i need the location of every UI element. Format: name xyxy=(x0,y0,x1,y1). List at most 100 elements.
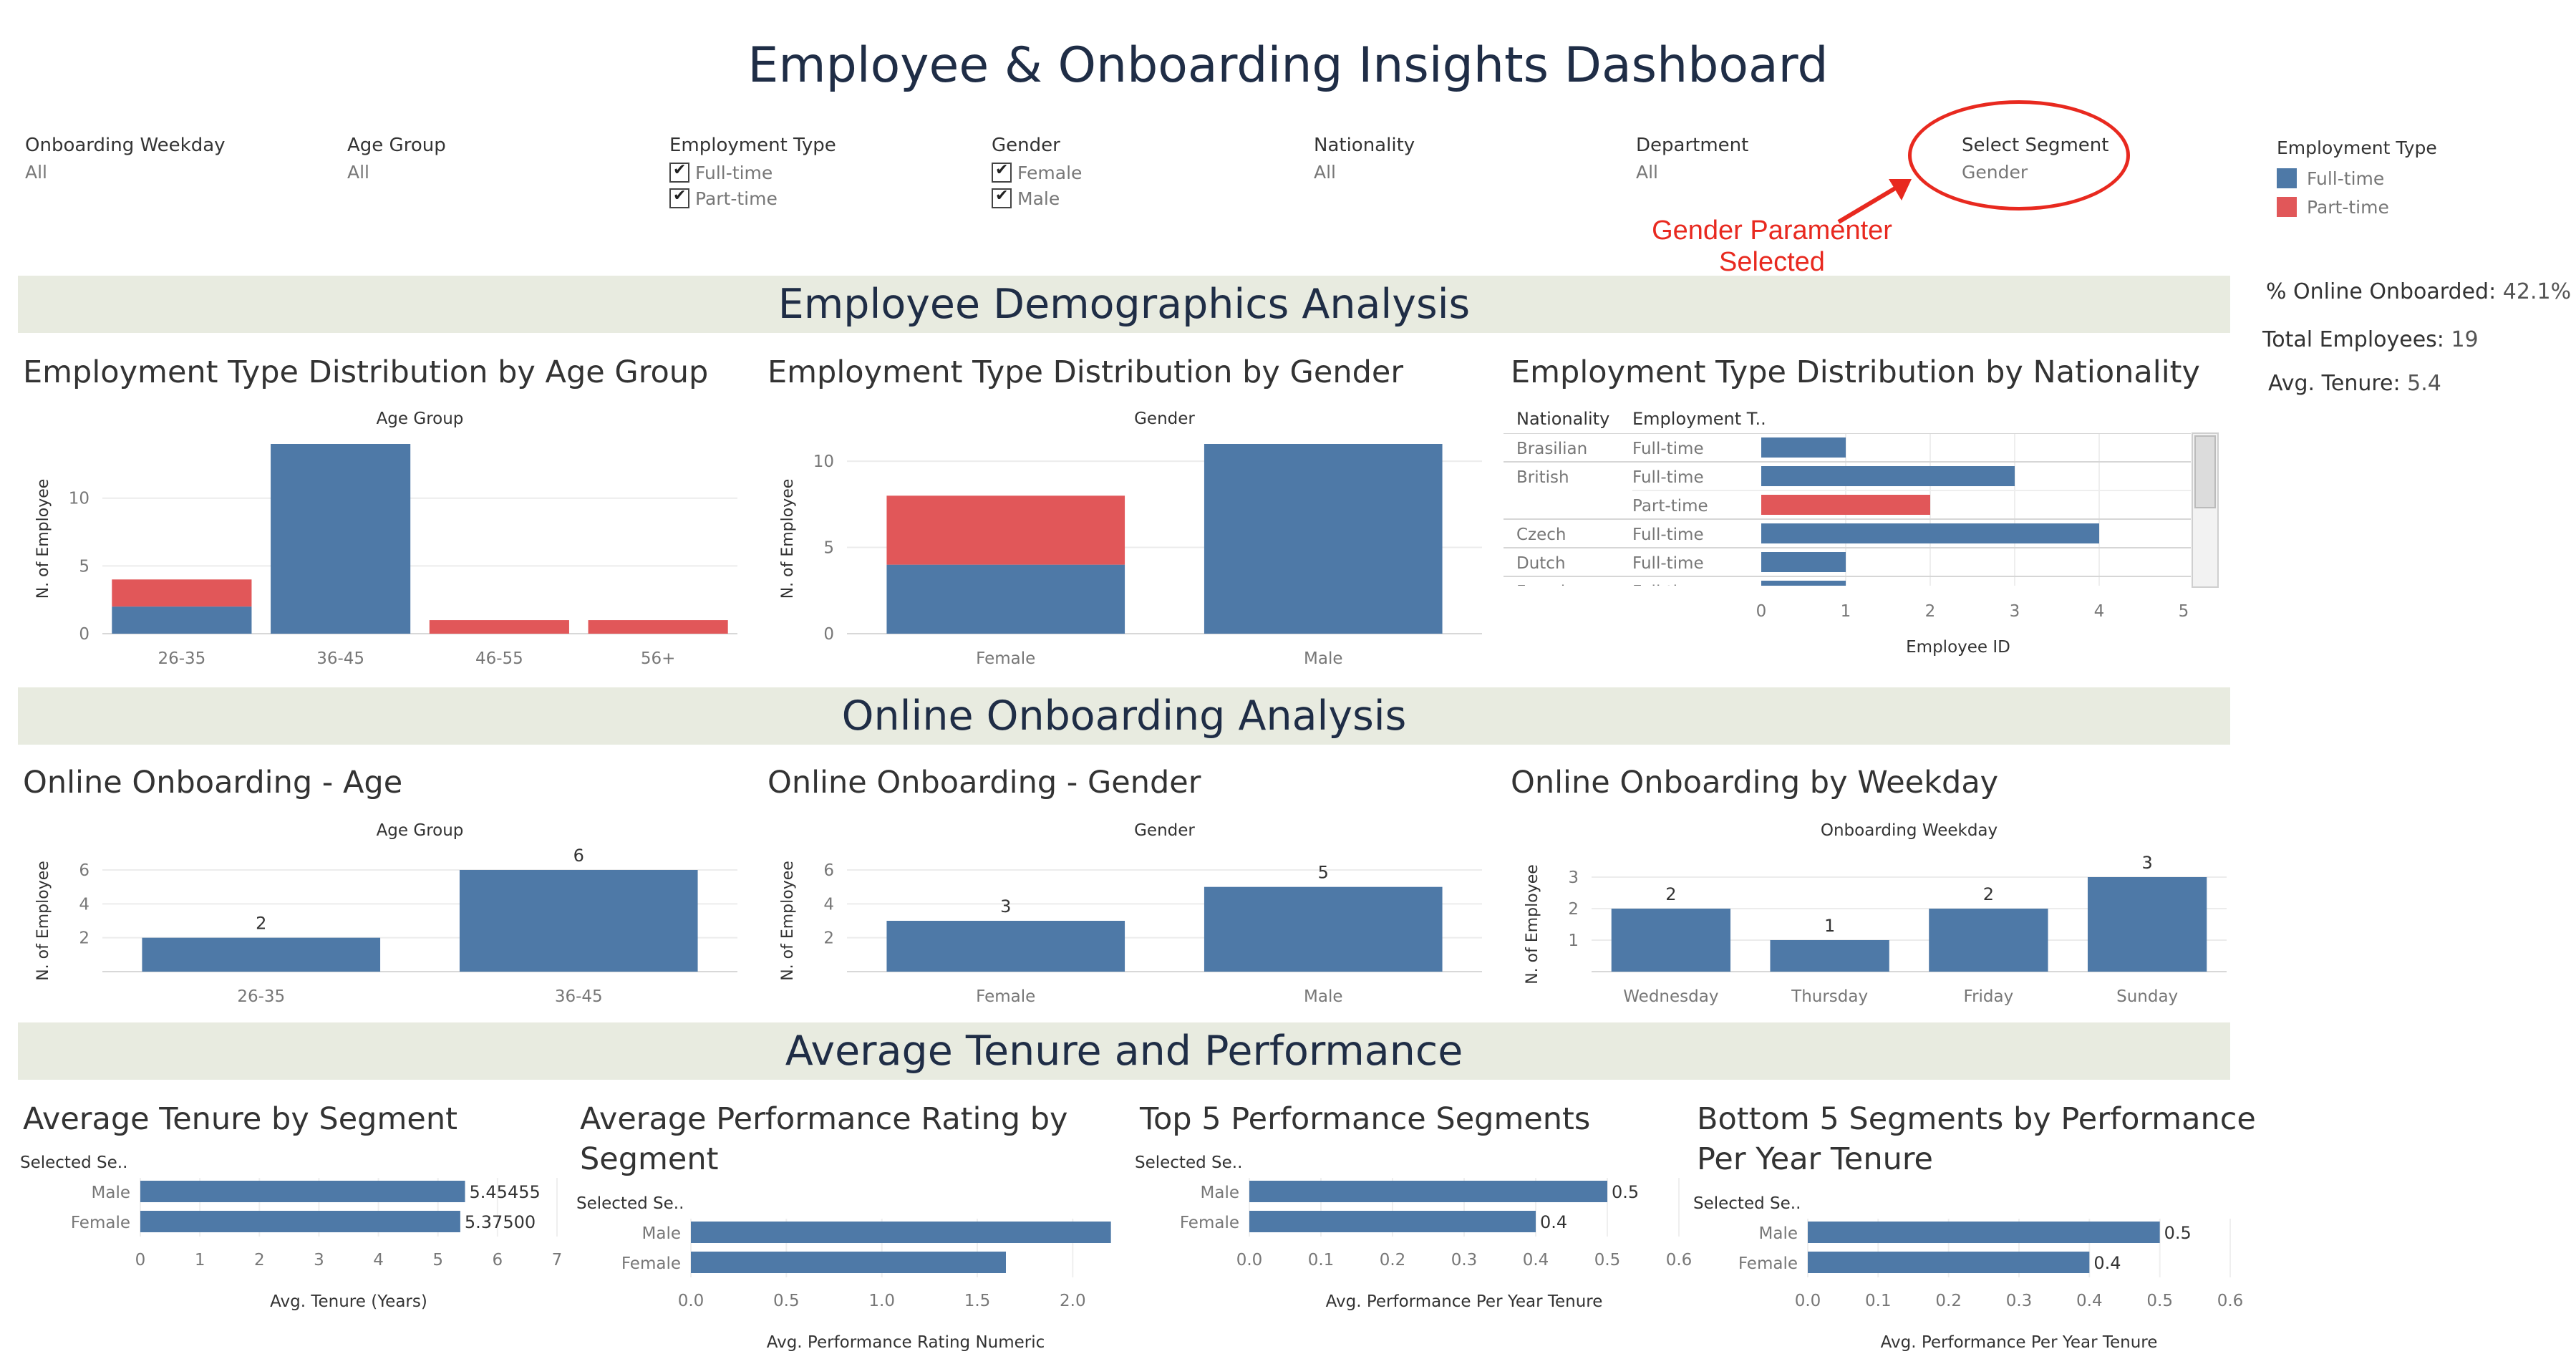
filter-onboarding-weekday[interactable]: Onboarding Weekday All xyxy=(25,135,326,183)
chart-title-nationality: Employment Type Distribution by National… xyxy=(1511,354,2200,390)
annotation-line-2: Selected xyxy=(1719,247,1825,277)
category-label: Male xyxy=(642,1224,681,1243)
chart-header: Onboarding Weekday xyxy=(1821,821,1998,840)
x-axis-label: Avg. Performance Per Year Tenure xyxy=(1881,1333,2158,1352)
x-tick-label: 6 xyxy=(493,1251,503,1269)
y-tick-label: 1 xyxy=(1568,932,1579,950)
checkbox-checked-icon[interactable] xyxy=(669,161,689,183)
x-tick-label: 0.0 xyxy=(1236,1251,1263,1269)
x-axis-label: Employee ID xyxy=(1906,638,2010,657)
category-label: Male xyxy=(1759,1224,1798,1243)
legend-item-part-time[interactable]: Part-time xyxy=(2277,193,2506,221)
x-tick-label: 0.0 xyxy=(1795,1292,1821,1310)
chart-online-gender: Gender N. of Employee 2 4 6 3 Female 5 Male xyxy=(779,821,1482,1006)
chart-tenure-by-segment: Selected Se.. 0 1 2 3 4 5 6 7 Male 5.45455 Female 5.… xyxy=(20,1154,562,1311)
data-label: 0.4 xyxy=(2093,1253,2121,1273)
y-axis-label: N. of Employee xyxy=(1524,864,1541,985)
filter-label: Onboarding Weekday xyxy=(25,135,226,156)
filter-value[interactable]: All xyxy=(25,162,326,183)
chart-header: Gender xyxy=(1134,410,1195,428)
y-tick-label: 2 xyxy=(79,929,89,948)
x-tick-label: 0 xyxy=(135,1251,146,1269)
section-header-online: Online Onboarding Analysis xyxy=(18,687,2230,745)
kpi-value: 19 xyxy=(2451,327,2479,352)
x-tick-label: 1 xyxy=(195,1251,205,1269)
filter-age-group[interactable]: Age Group All xyxy=(347,135,648,183)
data-label: 5.37500 xyxy=(465,1212,536,1232)
filter-value[interactable]: All xyxy=(1314,162,1614,183)
chart-title-line: Average Performance Rating by xyxy=(580,1101,1068,1137)
dashboard-title: Employee & Onboarding Insights Dashboard xyxy=(747,37,1829,94)
legend-swatch xyxy=(2277,197,2297,217)
y-tick-label: 0 xyxy=(823,625,834,644)
row-header: Selected Se.. xyxy=(20,1154,127,1172)
bar xyxy=(1249,1211,1536,1232)
filter-value[interactable]: All xyxy=(347,162,648,183)
legend: Employment Type Full-time Part-time xyxy=(2277,137,2506,221)
kpi-label: % Online Onboarded: xyxy=(2266,279,2497,304)
checkbox-full-time[interactable]: Full-time xyxy=(669,160,970,185)
category-label: Female xyxy=(71,1214,130,1232)
x-tick-label: 3 xyxy=(314,1251,324,1269)
nationality-rows: Brasilian Full-time British Full-time Part-t… xyxy=(1504,433,2191,601)
chart-title-line: Per Year Tenure xyxy=(1697,1141,1934,1177)
bar-full-time xyxy=(1761,466,2015,486)
bar xyxy=(1929,909,2048,972)
chart-gender-distribution: Gender N. of Employee 0 5 10 Female Male xyxy=(779,410,1482,668)
checkbox-checked-icon[interactable] xyxy=(992,161,1012,183)
data-label: 0.5 xyxy=(2164,1223,2192,1243)
chart-online-age: Age Group N. of Employee 2 4 6 2 26-35 6 36-45 xyxy=(34,821,737,1006)
checkbox-part-time[interactable]: Part-time xyxy=(669,186,970,211)
x-tick-label: 0.1 xyxy=(1865,1292,1892,1310)
y-tick-label: 6 xyxy=(823,861,834,880)
bar-full-time xyxy=(112,606,252,634)
checkbox-female[interactable]: Female xyxy=(992,160,1292,185)
chart-title-line: Segment xyxy=(580,1141,719,1177)
legend-item-full-time[interactable]: Full-time xyxy=(2277,164,2506,193)
filter-nationality[interactable]: Nationality All xyxy=(1314,135,1614,183)
bar xyxy=(1808,1252,2090,1273)
bar-part-time xyxy=(886,495,1125,565)
chart-title-online-weekday: Online Onboarding by Weekday xyxy=(1511,765,1999,801)
chart-title-bottom5: Bottom 5 Segments by Performance Per Yea… xyxy=(1697,1099,2256,1179)
chart-header: Gender xyxy=(1134,821,1195,840)
x-tick-label: 0.5 xyxy=(773,1292,800,1310)
checkbox-checked-icon[interactable] xyxy=(669,187,689,208)
checkbox-checked-icon[interactable] xyxy=(992,187,1012,208)
y-tick-label: 5 xyxy=(79,557,89,576)
checkbox-label: Female xyxy=(1017,162,1083,183)
x-tick-label: Friday xyxy=(1964,987,2014,1006)
chart-title-tenure: Average Tenure by Segment xyxy=(23,1101,457,1137)
category-label: Male xyxy=(1201,1184,1239,1202)
legend-label: Full-time xyxy=(2307,168,2385,189)
bar-part-time xyxy=(429,620,569,634)
y-tick-label: 3 xyxy=(1568,869,1579,887)
legend-swatch xyxy=(2277,168,2297,188)
x-tick-label: 0.5 xyxy=(1594,1251,1621,1269)
employment-type-label: Full-time xyxy=(1632,440,1704,458)
bar xyxy=(1611,909,1731,972)
employment-type-label: Full-time xyxy=(1632,583,1704,601)
filter-gender: Gender Female Male xyxy=(992,135,1292,211)
bar-part-time xyxy=(588,620,728,634)
chart-header: Age Group xyxy=(377,410,464,428)
x-tick-label: 1.0 xyxy=(868,1292,895,1310)
x-tick-label: 4 xyxy=(373,1251,384,1269)
x-tick-label: 36-45 xyxy=(316,649,364,668)
x-tick-label: 0.4 xyxy=(1523,1251,1549,1269)
nationality-label: Brasilian xyxy=(1516,440,1587,458)
column-header: Employment T.. xyxy=(1632,409,1766,429)
legend-label: Part-time xyxy=(2307,196,2389,218)
bar xyxy=(1204,886,1443,972)
filter-label: Gender xyxy=(992,135,1060,156)
bar xyxy=(2087,877,2207,972)
y-tick-label: 2 xyxy=(823,929,834,948)
annotation-ellipse xyxy=(1908,100,2130,211)
y-tick-label: 4 xyxy=(823,895,834,914)
x-tick-label: 26-35 xyxy=(237,987,285,1006)
category-label: Female xyxy=(1180,1214,1239,1232)
checkbox-male[interactable]: Male xyxy=(992,186,1292,211)
x-tick-label: Sunday xyxy=(2116,987,2178,1006)
chart-title-age: Employment Type Distribution by Age Grou… xyxy=(23,354,709,390)
legend-title: Employment Type xyxy=(2277,137,2437,158)
